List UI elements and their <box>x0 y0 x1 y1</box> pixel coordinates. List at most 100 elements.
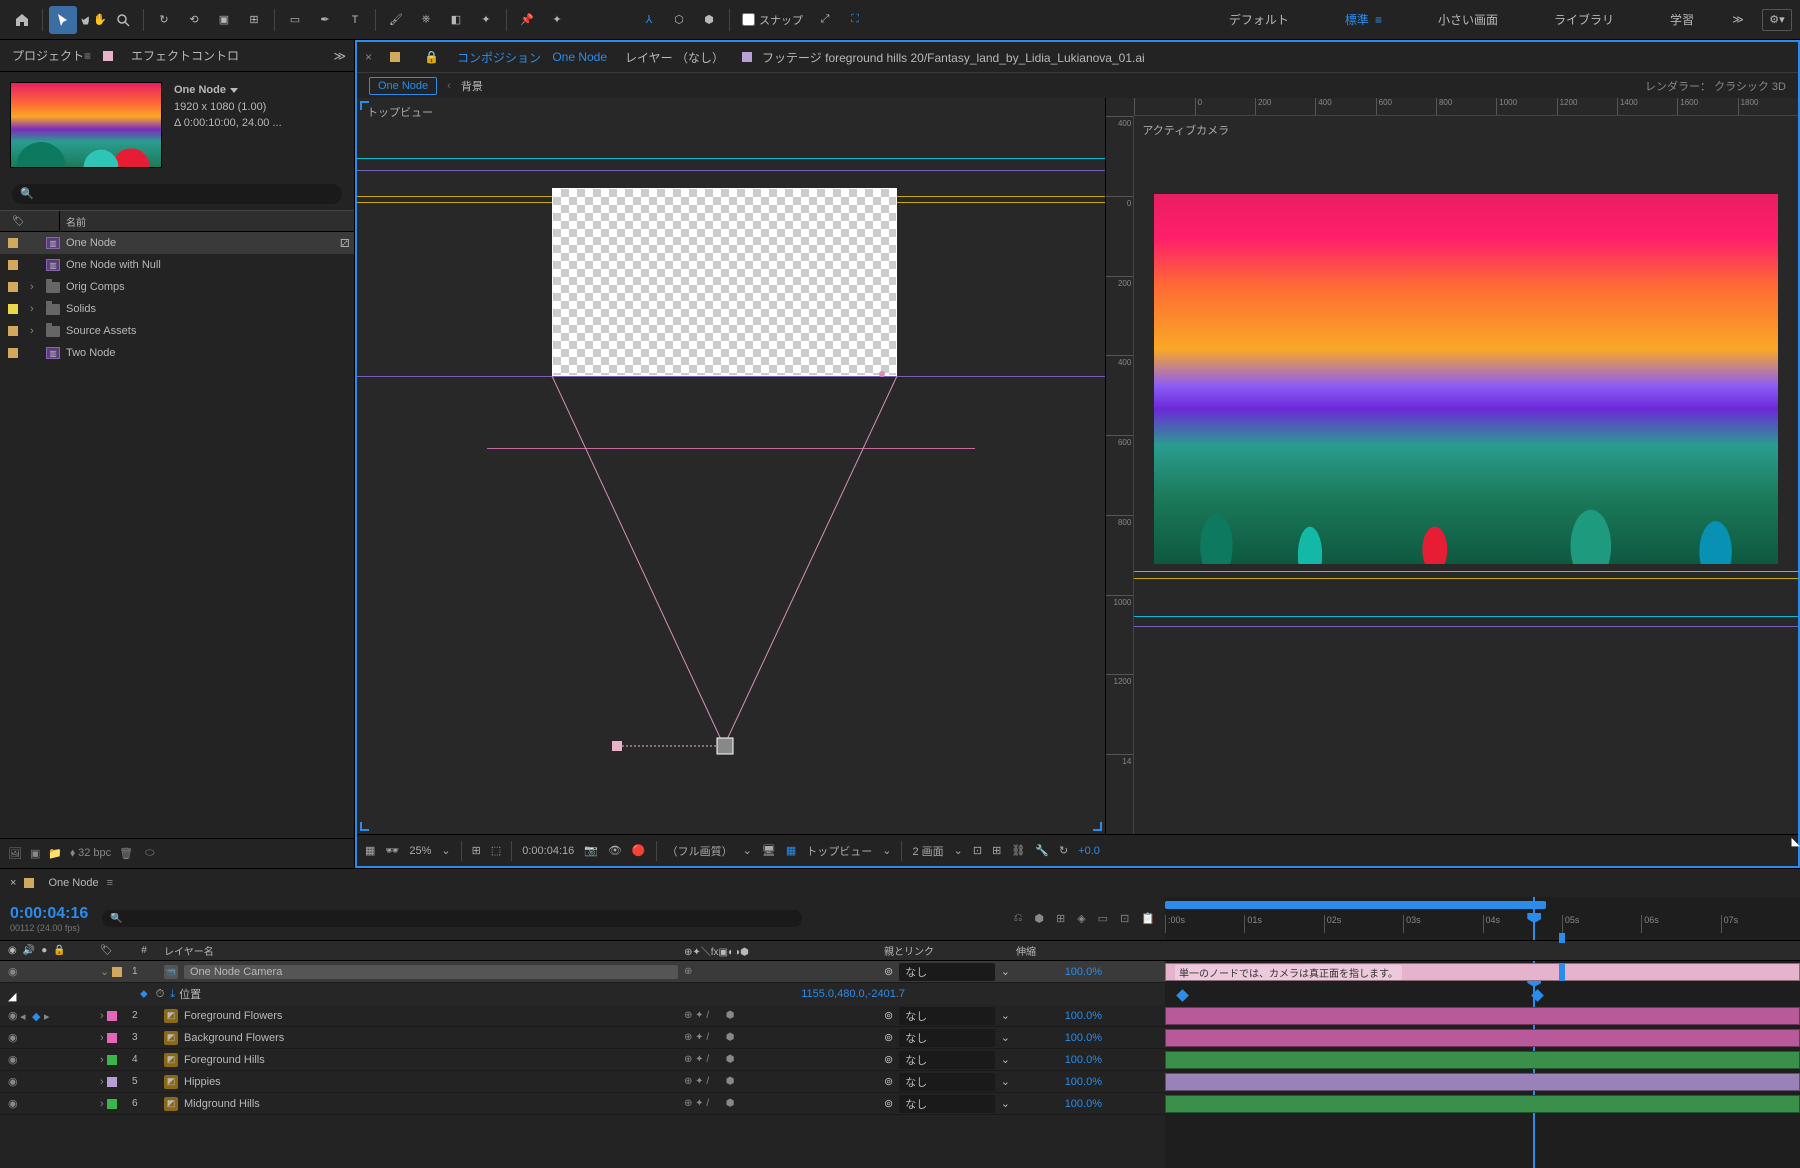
color-mgmt-icon[interactable]: 🔴 <box>632 844 646 857</box>
layer-row[interactable]: ◉ › 3 ◩Background Flowers ⊕ ✦ / ⬢ ⊚なし⌄ 1… <box>0 1027 1165 1049</box>
show-snapshot-icon[interactable]: 👁 <box>608 844 622 857</box>
tl-icon[interactable]: 📋 <box>1141 912 1155 925</box>
main-toolbar: ✋ ↻ ⟲ ▣ ⊞ ▭ ✒ T 🖌 ⎈ ◧ ✦ 📌 ✦ ⅄ ⬡ ⬢ スナップ ⤢… <box>0 0 1800 40</box>
home-icon[interactable] <box>8 6 36 34</box>
axis-view-icon[interactable]: ⬢ <box>695 6 723 34</box>
trash-icon[interactable]: 🗑 <box>119 847 133 860</box>
camera-cone <box>552 376 897 756</box>
panel-overflow-icon[interactable]: ≫ <box>333 49 346 63</box>
anchor-tool-icon[interactable]: ⊞ <box>240 6 268 34</box>
project-item[interactable]: ▥ One Node ⚂ <box>0 232 354 254</box>
interpret-icon[interactable]: 🖼 <box>8 847 22 860</box>
zoom-tool-icon[interactable] <box>109 6 137 34</box>
folder-icon[interactable]: 📁 <box>48 847 62 860</box>
type-tool-icon[interactable]: T <box>341 6 369 34</box>
view-layout-dropdown[interactable]: 2 画面 <box>912 843 943 859</box>
time-display[interactable]: 0:00:04:16 <box>522 845 574 857</box>
eraser-tool-icon[interactable]: ◧ <box>442 6 470 34</box>
new-comp-icon[interactable]: ▣ <box>30 847 40 860</box>
timeline-tracks[interactable]: 単一のノードでは、カメラは真正面を指します。 <box>1165 961 1800 1168</box>
close-tab-icon[interactable]: × <box>365 50 372 64</box>
settings-icon[interactable]: ⚙▾ <box>1762 9 1792 31</box>
layer-row[interactable]: ◉ ⌄ 1 📹One Node Camera ⊕ ⊚なし⌄ 100.0% <box>0 961 1165 983</box>
rotate-tool-icon[interactable]: ⟲ <box>180 6 208 34</box>
mask-icon[interactable]: 🕶 <box>385 844 399 857</box>
grid-icon[interactable]: ⬚ <box>491 844 501 857</box>
puppet-tool-icon[interactable]: 📌 <box>513 6 541 34</box>
project-tab[interactable]: プロジェクト <box>8 47 95 64</box>
project-item[interactable]: › Solids <box>0 298 354 320</box>
breadcrumb-item[interactable]: 背景 <box>461 78 483 94</box>
tl-icon[interactable]: ⊞ <box>1056 912 1065 925</box>
orbit-tool-icon[interactable]: ↻ <box>150 6 178 34</box>
axis-world-icon[interactable]: ⬡ <box>665 6 693 34</box>
effect-controls-tab[interactable]: エフェクトコントロ <box>127 47 243 64</box>
vl-icon[interactable]: ⛓ <box>1011 844 1025 857</box>
layer-row[interactable]: ◉ › 6 ◩Midground Hills ⊕ ✦ / ⬢ ⊚なし⌄ 100.… <box>0 1093 1165 1115</box>
dpr-icon[interactable]: 🖥 <box>762 844 776 857</box>
workspace-tab[interactable]: 小さい画面 <box>1410 0 1526 40</box>
lock-icon[interactable]: 🔒 <box>424 50 439 64</box>
camera-tool-icon[interactable]: ▣ <box>210 6 238 34</box>
workspace-tab[interactable]: ライブラリ <box>1526 0 1642 40</box>
selection-tool-icon[interactable] <box>49 6 77 34</box>
snap-opt1-icon[interactable]: ⤢ <box>811 6 839 34</box>
property-row-position[interactable]: ⬥⏱⤓位置1155.0,480.0,-2401.7 <box>0 983 1165 1005</box>
timeline-search-input[interactable] <box>102 910 802 927</box>
workspace-tab[interactable]: デフォルト <box>1201 0 1317 40</box>
timeline-ruler[interactable]: :00s01s02s03s04s05s06s07s <box>1165 897 1800 940</box>
timeline-tab[interactable]: One Node <box>48 877 98 889</box>
quality-dropdown[interactable]: （フル画質） <box>667 843 733 859</box>
viewer-tab-layer[interactable]: レイヤー （なし） <box>625 49 724 66</box>
viewer-tab-footage[interactable]: フッテージ foreground hills 20/Fantasy_land_b… <box>742 49 1145 66</box>
vl-icon[interactable]: ⊞ <box>992 844 1001 857</box>
hand-tool-icon[interactable]: ✋ <box>79 6 107 34</box>
bpc-toggle[interactable]: ⬧ 32 bpc <box>70 847 111 860</box>
reset-exposure-icon[interactable]: ↻ <box>1059 844 1068 857</box>
project-item[interactable]: › Source Assets <box>0 320 354 342</box>
layer-row[interactable]: ◉ › 4 ◩Foreground Hills ⊕ ✦ / ⬢ ⊚なし⌄ 100… <box>0 1049 1165 1071</box>
tl-icon[interactable]: ⬢ <box>1034 912 1044 925</box>
project-item[interactable]: › Orig Comps <box>0 276 354 298</box>
snapshot-icon[interactable]: 📷 <box>584 844 598 857</box>
workspace-tab[interactable]: 標準 <box>1317 0 1410 40</box>
breadcrumb-active[interactable]: One Node <box>369 77 437 95</box>
pen-tool-icon[interactable]: ✒ <box>311 6 339 34</box>
pin-tool-icon[interactable]: ✦ <box>543 6 571 34</box>
project-item[interactable]: ▥ One Node with Null <box>0 254 354 276</box>
res-icon[interactable]: ⊞ <box>472 844 481 857</box>
layer-row[interactable]: ◉ › 2 ◩Foreground Flowers ⊕ ✦ / ⬢ ⊚なし⌄ 1… <box>0 1005 1165 1027</box>
brush-tool-icon[interactable]: 🖌 <box>382 6 410 34</box>
viewer-tab-comp[interactable]: コンポジション One Node <box>457 49 607 66</box>
toggle-icon[interactable]: ⬭ <box>145 847 154 860</box>
current-time[interactable]: 0:00:04:16 <box>10 905 88 923</box>
work-area-end[interactable] <box>1559 933 1565 943</box>
axis-local-icon[interactable]: ⅄ <box>635 6 663 34</box>
close-tab-icon[interactable]: × <box>10 877 16 889</box>
vl-icon[interactable]: ⊡ <box>973 844 982 857</box>
tl-icon[interactable]: ⎌ <box>1014 912 1023 925</box>
view-top[interactable]: トップビュー <box>357 98 1106 834</box>
snap-checkbox[interactable]: スナップ <box>736 12 809 28</box>
tl-icon[interactable]: ⊡ <box>1120 912 1129 925</box>
overflow-icon[interactable]: ≫ <box>1724 6 1752 34</box>
exposure-value[interactable]: +0.0 <box>1078 845 1100 857</box>
layer-row[interactable]: ◉ › 5 ◩Hippies ⊕ ✦ / ⬢ ⊚なし⌄ 100.0% <box>0 1071 1165 1093</box>
view-active-camera[interactable]: 020040060080010001200140016001800 400020… <box>1106 98 1798 834</box>
project-search-input[interactable] <box>12 184 342 204</box>
roto-tool-icon[interactable]: ✦ <box>472 6 500 34</box>
view-dropdown[interactable]: トップビュー <box>806 843 872 859</box>
project-item[interactable]: ▥ Two Node <box>0 342 354 364</box>
tl-icon[interactable]: ▭ <box>1098 912 1108 925</box>
transparency-icon[interactable]: ▦ <box>786 844 796 857</box>
zoom-dropdown[interactable]: 25% <box>409 845 431 857</box>
alpha-icon[interactable]: ▦ <box>365 844 375 857</box>
snap-opt2-icon[interactable]: ⛶ <box>841 6 869 34</box>
clone-tool-icon[interactable]: ⎈ <box>412 6 440 34</box>
comp-frame <box>552 188 897 376</box>
vl-icon[interactable]: 🔧 <box>1035 844 1049 857</box>
tl-icon[interactable]: ◈ <box>1077 912 1085 925</box>
playhead[interactable] <box>1533 897 1535 940</box>
workspace-tab[interactable]: 学習 <box>1642 0 1722 40</box>
rect-tool-icon[interactable]: ▭ <box>281 6 309 34</box>
